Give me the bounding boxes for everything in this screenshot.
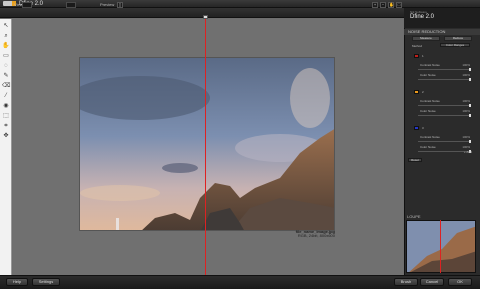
lasso-tool-icon[interactable]: ◌	[2, 62, 10, 70]
noise-reduction-header[interactable]: NOISE REDUCTION	[404, 29, 480, 35]
image-caption: file_name_image.jpg RGB, 24bit, 800x600	[285, 230, 335, 238]
zoom-out-icon[interactable]: −	[380, 2, 386, 8]
split-divider[interactable]	[205, 19, 206, 275]
cancel-button[interactable]: Cancel	[420, 278, 444, 286]
color-noise-label: Color Noise	[420, 109, 436, 113]
slider-knob[interactable]	[469, 140, 471, 143]
contrast-noise-slider[interactable]	[418, 69, 470, 70]
color-range-swatch[interactable]	[414, 90, 419, 94]
brush-button[interactable]: Brush	[394, 278, 418, 286]
contrast-noise-label: Contrast Noise	[420, 99, 440, 103]
color-range-label: 3	[422, 126, 424, 130]
reset-button[interactable]: Reset	[408, 158, 422, 162]
slider-value: 100%	[462, 99, 470, 103]
method-label: Method	[412, 44, 423, 48]
color-noise-slider[interactable]	[418, 79, 470, 80]
arrow-tool-icon[interactable]: ↖	[2, 22, 10, 30]
slider-knob[interactable]	[469, 68, 471, 71]
color-range-swatch[interactable]	[414, 54, 419, 58]
rect-tool-icon[interactable]: ▭	[2, 52, 10, 60]
color-noise-label: Color Noise	[420, 145, 436, 149]
zoom-tool-icon[interactable]: ⌕	[2, 32, 10, 40]
color-noise-slider[interactable]	[418, 115, 470, 116]
loupe-image	[407, 221, 475, 272]
crop-tool-icon[interactable]: ⌗	[2, 122, 10, 130]
preview-label: Preview	[100, 2, 115, 7]
fit-icon[interactable]: □	[396, 2, 402, 8]
color-noise-slider[interactable]	[418, 151, 470, 152]
contrast-noise-label: Contrast Noise	[420, 135, 440, 139]
move-tool-icon[interactable]: ✥	[2, 132, 10, 140]
slider-value: 100%	[462, 109, 470, 113]
slider-knob[interactable]	[469, 78, 471, 81]
photo-image	[80, 58, 334, 230]
settings-button[interactable]: Settings	[32, 278, 60, 286]
loupe-split-divider	[440, 220, 441, 273]
photo-preview[interactable]	[79, 57, 335, 231]
hand-icon[interactable]: ✋	[388, 2, 394, 8]
loupe-preview[interactable]	[406, 220, 476, 273]
slider-knob[interactable]	[469, 114, 471, 117]
tab-measure[interactable]: Measure	[412, 36, 440, 41]
slider-value: 100%	[462, 73, 470, 77]
color-range-label: 2	[422, 90, 424, 94]
slider-value: 100%	[462, 63, 470, 67]
method-select[interactable]: Color Ranges	[440, 43, 470, 47]
slider-value: 100%	[462, 135, 470, 139]
eraser-tool-icon[interactable]: ⌫	[2, 82, 10, 90]
zoom-select[interactable]	[66, 2, 76, 8]
add-method-button[interactable]: + Add	[464, 150, 472, 154]
split-view-icon[interactable]: ▯	[117, 2, 123, 8]
tab-reduce[interactable]: Reduce	[444, 36, 472, 41]
color-noise-label: Color Noise	[420, 73, 436, 77]
hand-tool-icon[interactable]: ✋	[2, 42, 10, 50]
fill-tool-icon[interactable]: ◉	[2, 102, 10, 110]
contrast-noise-slider[interactable]	[418, 105, 470, 106]
color-range-label: 1	[422, 54, 424, 58]
ok-button[interactable]: OK	[448, 278, 472, 286]
contrast-noise-label: Contrast Noise	[420, 63, 440, 67]
contrast-noise-slider[interactable]	[418, 141, 470, 142]
loupe-label: LOUPE	[407, 214, 421, 219]
slider-value: 100%	[462, 145, 470, 149]
rect-select-tool-icon[interactable]: ⬚	[2, 112, 10, 120]
view-select[interactable]	[22, 2, 32, 8]
eyedropper-tool-icon[interactable]: ⁄	[2, 92, 10, 100]
color-range-swatch[interactable]	[414, 126, 419, 130]
split-divider-handle[interactable]	[203, 15, 208, 19]
help-button[interactable]: Help	[6, 278, 28, 286]
slider-knob[interactable]	[469, 104, 471, 107]
brush-tool-icon[interactable]: ✎	[2, 72, 10, 80]
zoom-in-icon[interactable]: +	[372, 2, 378, 8]
panel-title: Dfine 2.0	[410, 14, 435, 20]
image-caption-meta: RGB, 24bit, 800x600	[297, 233, 335, 238]
